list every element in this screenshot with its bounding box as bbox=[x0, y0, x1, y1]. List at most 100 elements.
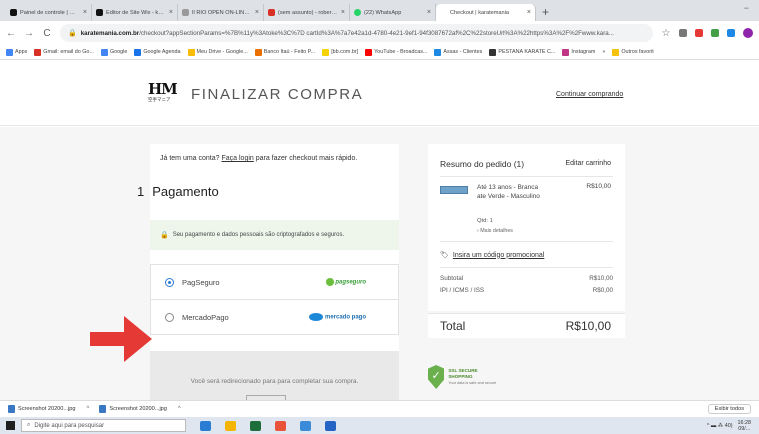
bookmark-item[interactable]: Google Agenda bbox=[134, 48, 181, 56]
product-quantity: Qtd: 1 bbox=[477, 218, 493, 224]
tray-icons[interactable]: ^ ▬ ⁂ 40) bbox=[707, 423, 733, 429]
page-header: HM 空手マニア FINALIZAR COMPRA Continuar comp… bbox=[0, 60, 759, 126]
radio-selected[interactable] bbox=[165, 277, 174, 287]
total-box: Total R$10,00 bbox=[428, 313, 625, 338]
more-details-link[interactable]: › Mais detalhes bbox=[477, 228, 513, 234]
extension-icon[interactable] bbox=[727, 29, 735, 37]
bookmark-item[interactable]: Banco Itaú - Feito P... bbox=[254, 48, 315, 56]
promo-code-link[interactable]: 🏷 Insira um código promocional bbox=[440, 251, 544, 260]
page-title: FINALIZAR COMPRA bbox=[191, 86, 364, 103]
bookmark-item[interactable]: Assas - Clientes bbox=[434, 48, 483, 56]
radio-unselected[interactable] bbox=[165, 312, 174, 322]
bookmarks-overflow[interactable]: » bbox=[602, 49, 605, 55]
login-link[interactable]: Faça login bbox=[221, 155, 253, 162]
taskbar-app-icon[interactable] bbox=[300, 420, 311, 431]
chevron-up-icon[interactable]: ^ bbox=[87, 406, 90, 412]
search-placeholder: Digite aqui para pesquisar bbox=[34, 422, 105, 429]
bookmark-item[interactable]: Google bbox=[100, 48, 127, 56]
divider bbox=[440, 176, 613, 177]
download-item[interactable]: Screenshot 20200...jpg ^ bbox=[99, 405, 181, 413]
download-item[interactable]: Screenshot 20200...jpg ^ bbox=[8, 405, 89, 413]
reload-icon[interactable]: C bbox=[42, 28, 52, 39]
product-price: R$10,00 bbox=[586, 183, 611, 190]
tab-favicon bbox=[182, 9, 189, 16]
browser-tab[interactable]: (sem assunto) - robertopero× bbox=[264, 4, 350, 21]
tab-title: Painel de controle | Wix.com bbox=[20, 9, 80, 16]
close-icon[interactable]: × bbox=[169, 9, 173, 16]
tab-favicon bbox=[96, 9, 103, 16]
tax-row: IPI / ICMS / ISS R$0,00 bbox=[440, 287, 613, 294]
edit-cart-link[interactable]: Editar carrinho bbox=[565, 160, 611, 167]
taskbar-search-input[interactable]: ⌕ Digite aqui para pesquisar bbox=[21, 419, 186, 432]
drive-icon bbox=[187, 48, 195, 56]
subtotal-value: R$10,00 bbox=[589, 275, 613, 282]
login-suffix: para fazer checkout mais rápido. bbox=[255, 155, 358, 162]
payment-option-mercadopago[interactable]: MercadoPago mercado pago bbox=[150, 299, 399, 335]
browser-tab[interactable]: Editor de Site Wix - karatem× bbox=[92, 4, 178, 21]
subtotal-row: Subtotal R$10,00 bbox=[440, 275, 613, 282]
windows-start-icon[interactable] bbox=[6, 421, 15, 430]
payment-option-pagseguro[interactable]: PagSeguro pagseguro bbox=[150, 264, 399, 300]
clock-time: 16:28 bbox=[737, 419, 752, 426]
extension-icon[interactable] bbox=[695, 29, 703, 37]
clock[interactable]: 16:28 09/... bbox=[738, 420, 752, 432]
bookmark-item[interactable]: [bb.com.br] bbox=[322, 48, 358, 56]
step-title: Pagamento bbox=[152, 184, 219, 199]
minimize-window-button[interactable]: − bbox=[744, 3, 749, 13]
bookmark-item[interactable]: Meu Drive - Google... bbox=[187, 48, 248, 56]
forward-arrow-icon[interactable]: → bbox=[24, 28, 34, 39]
url-path: /checkout?appSectionParams=%7B%11y%3Atok… bbox=[139, 29, 614, 37]
browser-tab-strip: Painel de controle | Wix.com× Editor de … bbox=[0, 0, 759, 21]
bookmark-item[interactable]: Gmail: email do Go... bbox=[34, 48, 94, 56]
extension-icon[interactable] bbox=[711, 29, 719, 37]
extension-icon[interactable] bbox=[679, 29, 687, 37]
ssl-secure-badge: ✓ SSL SECURE SHOPPING Your data is safe … bbox=[428, 364, 498, 390]
chevron-up-icon[interactable]: ^ bbox=[178, 406, 181, 412]
step-number: 1 bbox=[137, 184, 145, 199]
bookmark-item[interactable]: Instagram bbox=[562, 48, 595, 56]
lock-icon: 🔒 bbox=[160, 232, 169, 239]
step-heading: 1 Pagamento bbox=[137, 184, 219, 199]
taskbar-app-icon[interactable] bbox=[275, 420, 286, 431]
show-all-downloads-button[interactable]: Exibir todos bbox=[707, 404, 751, 414]
google-icon bbox=[100, 48, 108, 56]
bookmark-item[interactable]: Apps bbox=[6, 48, 27, 56]
bookmark-item[interactable]: YouTube - Broadcas... bbox=[365, 48, 427, 56]
calendar-icon bbox=[134, 48, 142, 56]
profile-avatar[interactable] bbox=[743, 28, 753, 38]
site-logo[interactable]: HM 空手マニア bbox=[148, 80, 178, 104]
close-icon[interactable]: × bbox=[527, 9, 531, 16]
close-icon[interactable]: × bbox=[83, 9, 87, 16]
url-domain: karatemania.com.br bbox=[80, 29, 140, 37]
close-icon[interactable]: × bbox=[427, 9, 431, 16]
lock-icon: 🔒 bbox=[68, 30, 77, 37]
url-input[interactable]: 🔒 karatemania.com.br /checkout?appSectio… bbox=[60, 24, 653, 42]
redirect-text: Você será redirecionado para para comple… bbox=[190, 378, 359, 385]
browser-tab[interactable]: (22) WhatsApp × bbox=[350, 4, 436, 21]
secure-notice: 🔒 Seu pagamento e dados pessoais são cri… bbox=[150, 220, 399, 250]
close-icon[interactable]: × bbox=[255, 9, 259, 16]
downloads-bar: Screenshot 20200...jpg ^ Screenshot 20200… bbox=[0, 400, 759, 417]
bookmark-label: Assas - Clientes bbox=[443, 49, 483, 55]
close-icon[interactable]: × bbox=[341, 9, 345, 16]
bookmark-item[interactable]: Outros favorit bbox=[612, 48, 654, 56]
bookmarks-bar: Apps Gmail: email do Go... Google Google… bbox=[0, 45, 759, 60]
tab-title: Editor de Site Wix - karatem bbox=[106, 9, 166, 16]
system-tray: ^ ▬ ⁂ 40) 16:28 09/... bbox=[707, 420, 759, 432]
taskbar-app-icon[interactable] bbox=[250, 420, 261, 431]
new-tab-button[interactable]: + bbox=[542, 5, 549, 19]
browser-tab-active[interactable]: Checkout | karatemania × bbox=[436, 4, 536, 21]
tax-label: IPI / ICMS / ISS bbox=[440, 287, 485, 294]
browser-tab[interactable]: Il RIO OPEN ON-LINE | karat× bbox=[178, 4, 264, 21]
asaas-icon bbox=[434, 48, 442, 56]
summary-title: Resumo do pedido (1) bbox=[440, 159, 525, 169]
taskbar-app-icon[interactable] bbox=[325, 420, 336, 431]
back-arrow-icon[interactable]: ← bbox=[6, 28, 16, 39]
continue-shopping-link[interactable]: Continuar comprando bbox=[556, 91, 623, 98]
taskbar-app-icon[interactable] bbox=[225, 420, 236, 431]
browser-tab[interactable]: Painel de controle | Wix.com× bbox=[6, 4, 92, 21]
taskbar-app-icon[interactable] bbox=[200, 420, 211, 431]
bookmark-item[interactable]: PESTANA KARATE C... bbox=[489, 48, 555, 56]
star-icon[interactable]: ☆ bbox=[661, 28, 671, 39]
logo-sub: 空手マニア bbox=[148, 97, 171, 102]
